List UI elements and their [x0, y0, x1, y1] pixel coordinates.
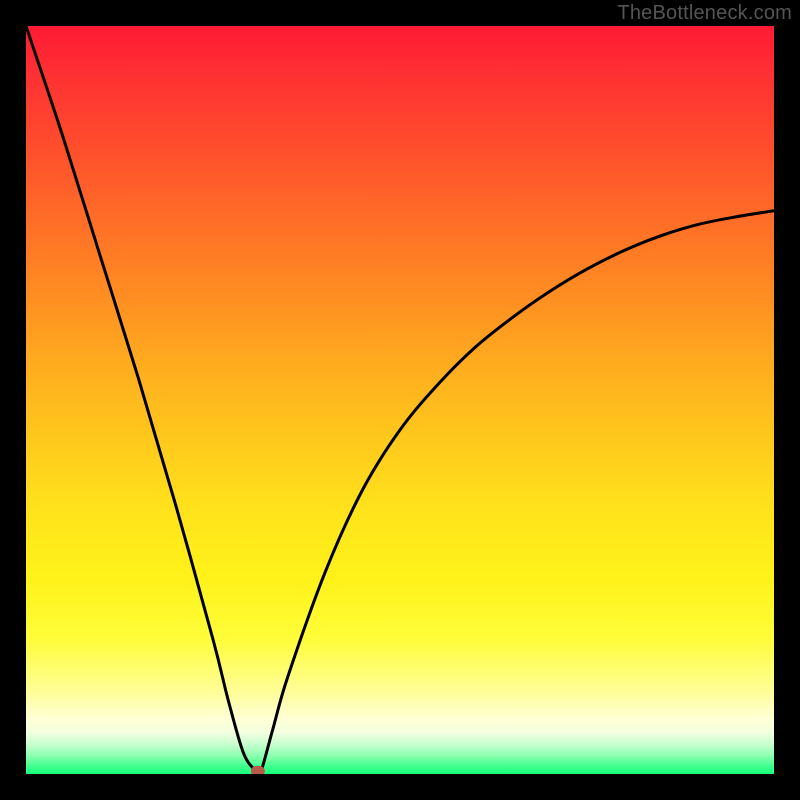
- watermark-text: TheBottleneck.com: [617, 2, 792, 25]
- bottleneck-curve-path: [26, 26, 774, 773]
- bottleneck-curve-svg: [26, 26, 774, 774]
- min-marker: [251, 766, 265, 774]
- chart-frame: TheBottleneck.com: [0, 0, 800, 800]
- plot-area: [26, 26, 774, 774]
